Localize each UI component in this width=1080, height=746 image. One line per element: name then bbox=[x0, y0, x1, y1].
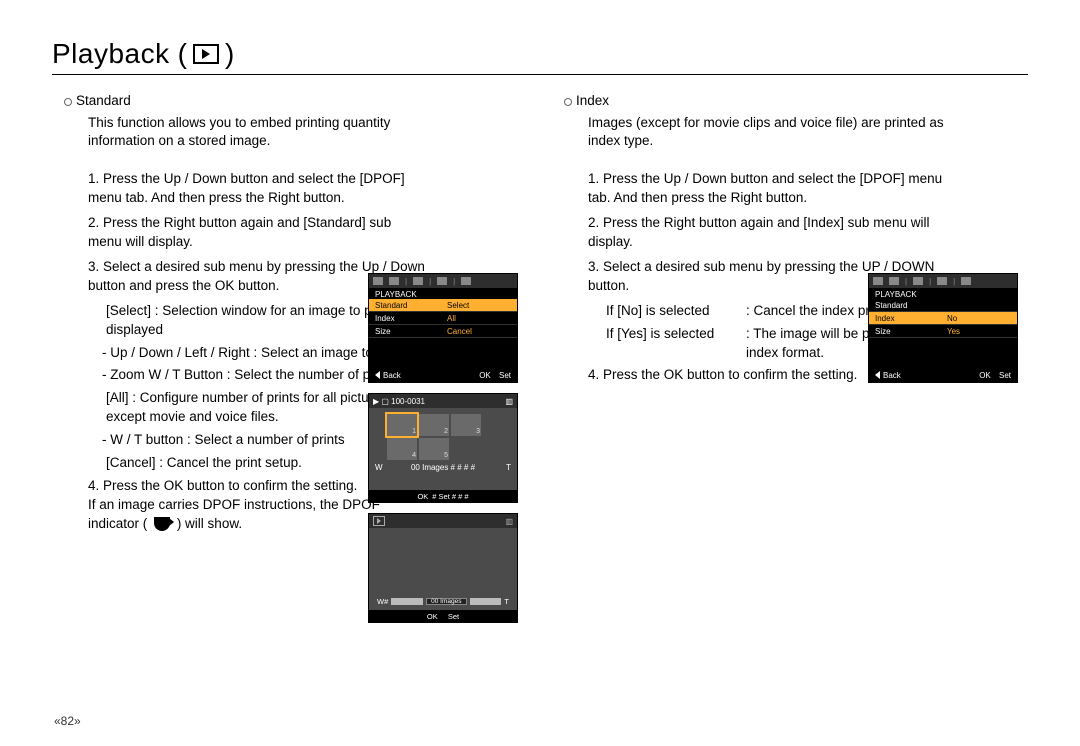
screen-footer: Back OK Set bbox=[869, 368, 1017, 382]
page-number: «82» bbox=[54, 714, 81, 728]
paren-close: ) bbox=[225, 38, 234, 70]
tab-icon bbox=[961, 277, 971, 285]
tab-icon bbox=[413, 277, 423, 285]
back-arrow-icon bbox=[375, 371, 380, 379]
grid-header: ▶ ▢ 100-0031 ▥ bbox=[369, 394, 517, 408]
screen-row-size: Size Yes bbox=[869, 325, 1017, 338]
thumbnails: 1 2 3 4 5 bbox=[369, 408, 517, 462]
page-title-row: Playback ( ) bbox=[52, 38, 1028, 75]
screen-row-size: Size Cancel bbox=[369, 325, 517, 338]
thumb-2: 2 bbox=[419, 414, 449, 436]
standard-step-1: 1. Press the Up / Down button and select… bbox=[88, 170, 428, 208]
dpof-indicator-icon bbox=[154, 517, 170, 531]
index-heading: Index bbox=[576, 93, 1028, 108]
battery-icon: ▥ bbox=[505, 397, 513, 406]
paren-open: ( bbox=[178, 38, 187, 70]
grid-footer: OK # Set # # # bbox=[369, 490, 517, 502]
standard-column: Standard This function allows you to emb… bbox=[52, 93, 528, 540]
playback-icon bbox=[193, 44, 219, 64]
play-mode-icon bbox=[373, 516, 385, 526]
screen-row-index: Index No bbox=[869, 312, 1017, 325]
tab-icon bbox=[889, 277, 899, 285]
tab-icon bbox=[373, 277, 383, 285]
thumb-3: 3 bbox=[451, 414, 481, 436]
grid-info: W 00 Images # # # # T bbox=[369, 462, 517, 473]
screen-row-standard: Standard bbox=[869, 299, 1017, 312]
screen-menu-title: PLAYBACK bbox=[869, 288, 1017, 299]
tab-icon bbox=[937, 277, 947, 285]
index-column: Index Images (except for movie clips and… bbox=[552, 93, 1028, 540]
standard-step-2: 2. Press the Right button again and [Sta… bbox=[88, 214, 428, 252]
standard-step-4c: ) will show. bbox=[177, 516, 242, 531]
index-step-1: 1. Press the Up / Down button and select… bbox=[588, 170, 948, 208]
screen-topbar: | | | bbox=[369, 274, 517, 288]
thumb-4: 4 bbox=[387, 438, 417, 460]
tab-icon bbox=[437, 277, 447, 285]
standard-step-4a: 4. Press the OK button to confirm the se… bbox=[88, 478, 357, 493]
screen-row-standard: Standard Select bbox=[369, 299, 517, 312]
index-intro: Images (except for movie clips and voice… bbox=[588, 114, 948, 150]
page-title: Playback bbox=[52, 38, 170, 70]
screen-menu-title: PLAYBACK bbox=[369, 288, 517, 299]
screen-footer: Back OK Set bbox=[369, 368, 517, 382]
back-arrow-icon bbox=[875, 371, 880, 379]
thumb-1: 1 bbox=[387, 414, 417, 436]
all-footer: OK Set bbox=[369, 610, 517, 622]
screen-topbar: | | | bbox=[869, 274, 1017, 288]
tab-icon bbox=[873, 277, 883, 285]
standard-heading: Standard bbox=[76, 93, 528, 108]
standard-intro: This function allows you to embed printi… bbox=[88, 114, 428, 150]
thumb-5: 5 bbox=[419, 438, 449, 460]
tab-icon bbox=[461, 277, 471, 285]
all-slider: W# 00 Images T bbox=[377, 597, 509, 606]
all-header: ▥ bbox=[369, 514, 517, 528]
all-counter: 00 Images bbox=[426, 598, 468, 605]
tab-icon bbox=[913, 277, 923, 285]
screen-index-menu: | | | PLAYBACK Standard Index No Size Ye… bbox=[868, 273, 1018, 383]
screen-select-grid: ▶ ▢ 100-0031 ▥ 1 2 3 4 5 W 00 Images # #… bbox=[368, 393, 518, 503]
screen-all: ▥ W# 00 Images T OK Set bbox=[368, 513, 518, 623]
tab-icon bbox=[389, 277, 399, 285]
battery-icon: ▥ bbox=[505, 517, 513, 526]
screen-row-index: Index All bbox=[369, 312, 517, 325]
index-step-2: 2. Press the Right button again and [Ind… bbox=[588, 214, 948, 252]
screen-standard-menu: | | | PLAYBACK Standard Select Index All… bbox=[368, 273, 518, 383]
